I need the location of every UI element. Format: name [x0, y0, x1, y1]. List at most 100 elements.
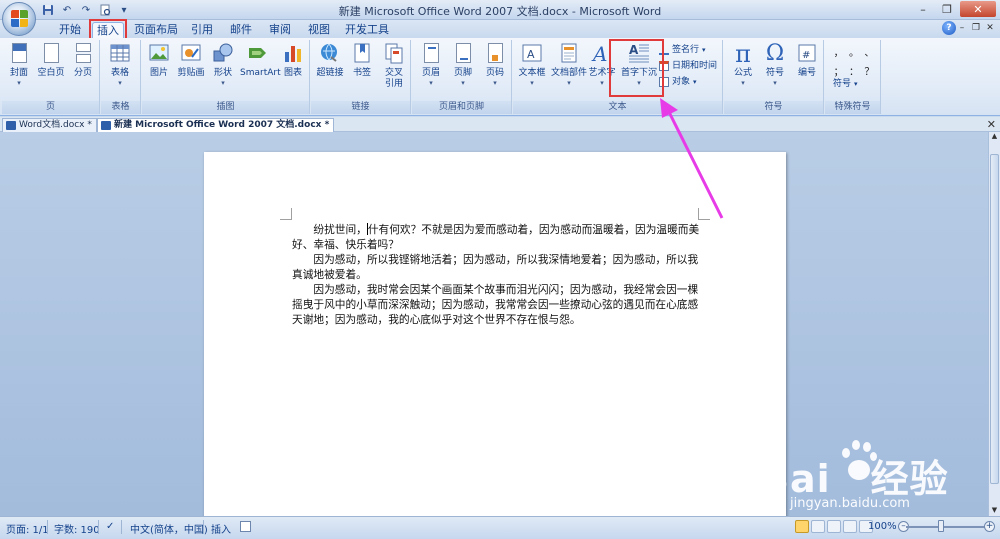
- dropcap-button[interactable]: A 首字下沉 ▾: [617, 42, 661, 87]
- watermark-brand: Bai: [760, 457, 831, 501]
- watermark-url: jingyan.baidu.com: [790, 496, 910, 511]
- textbox-button[interactable]: A 文本框 ▾: [517, 42, 547, 87]
- tab-view[interactable]: 视图: [305, 22, 333, 38]
- outline-view-icon[interactable]: [843, 520, 857, 533]
- scroll-down-icon[interactable]: ▼: [989, 506, 1000, 516]
- group-label-links: 链接: [311, 101, 410, 114]
- group-label-tables: 表格: [101, 101, 140, 114]
- status-language[interactable]: 中文(简体，中国): [130, 521, 208, 536]
- document-body[interactable]: 纷扰世间，什有何欢？不就是因为爱而感动着，因为感动而温暖着，因为温暖而美好、幸福…: [292, 222, 706, 327]
- chart-button[interactable]: 图表: [278, 42, 308, 79]
- bookmark-icon: [351, 42, 373, 66]
- tab-home[interactable]: 开始: [56, 22, 84, 38]
- tab-review[interactable]: 审阅: [266, 22, 294, 38]
- restore-button[interactable]: ❐: [936, 1, 958, 17]
- zoom-level[interactable]: 100%: [868, 521, 897, 532]
- page-number-icon: [484, 42, 506, 66]
- zoom-slider-track[interactable]: [906, 526, 986, 528]
- doc-minimize-icon[interactable]: –: [956, 22, 968, 34]
- group-pages: 封面 ▾ 空白页 分页 页: [2, 40, 100, 114]
- full-screen-view-icon[interactable]: [811, 520, 825, 533]
- group-special-symbols: ， 。 、 ； ： ？ 符号 ▾ 特殊符号: [825, 40, 881, 114]
- minimize-button[interactable]: –: [912, 1, 934, 17]
- document-page[interactable]: 纷扰世间，什有何欢？不就是因为爱而感动着，因为感动而温暖着，因为温暖而美好、幸福…: [204, 152, 786, 516]
- page-number-button[interactable]: 页码 ▾: [480, 42, 510, 87]
- zoom-slider-thumb[interactable]: [938, 520, 944, 532]
- object-icon: [659, 77, 669, 87]
- numbering-button[interactable]: # 编号: [792, 42, 822, 79]
- blank-page-button[interactable]: 空白页: [36, 42, 66, 79]
- footer-button[interactable]: 页脚 ▾: [448, 42, 478, 87]
- header-button[interactable]: 页眉 ▾: [416, 42, 446, 87]
- svg-text:A: A: [629, 43, 639, 57]
- clipart-button[interactable]: 剪贴画: [176, 42, 206, 79]
- svg-text:#: #: [802, 50, 810, 61]
- bookmark-button[interactable]: 书签: [347, 42, 377, 79]
- quick-parts-button[interactable]: 文档部件 ▾: [551, 42, 587, 87]
- blank-page-icon: [40, 42, 62, 66]
- doc-close-icon[interactable]: ✕: [984, 22, 996, 34]
- document-tab-bar: Word文档.docx * 新建 Microsoft Office Word 2…: [0, 117, 1000, 132]
- hyperlink-button[interactable]: 超链接: [315, 42, 345, 79]
- special-char[interactable]: ；: [831, 63, 846, 78]
- svg-text:A: A: [527, 48, 535, 61]
- tab-page-layout[interactable]: 页面布局: [134, 22, 178, 38]
- group-text: A 文本框 ▾ 文档部件 ▾ A 艺术字 ▾ A 首字下沉 ▾ 签名行 ▾ 日期…: [513, 40, 723, 114]
- crop-mark: [280, 208, 292, 220]
- baidu-paw-icon: [838, 438, 878, 484]
- special-char[interactable]: ，: [831, 44, 846, 59]
- paragraph: 因为感动，所以我铿锵地活着；因为感动，所以我深情地爱着；因为感动，所以我真诚地被…: [292, 253, 699, 281]
- status-insert-mode[interactable]: 插入: [211, 521, 231, 536]
- status-word-count[interactable]: 字数: 190: [54, 521, 100, 536]
- help-icon[interactable]: ?: [942, 21, 956, 35]
- special-symbol-button[interactable]: 符号 ▾: [833, 78, 858, 90]
- office-button[interactable]: [2, 2, 36, 36]
- special-char[interactable]: 。: [846, 44, 861, 59]
- doc-tab-new-doc[interactable]: 新建 Microsoft Office Word 2007 文档.docx *: [97, 118, 335, 132]
- doc-restore-icon[interactable]: ❐: [970, 22, 982, 34]
- shapes-button[interactable]: 形状 ▾: [208, 42, 238, 87]
- proofing-icon[interactable]: ✓: [106, 521, 114, 532]
- group-illustrations: 图片 剪贴画 形状 ▾ SmartArt 图表 插图: [142, 40, 310, 114]
- page-break-button[interactable]: 分页: [68, 42, 98, 79]
- macro-record-icon[interactable]: [240, 521, 251, 532]
- window-controls: – ❐ ✕: [912, 1, 996, 17]
- print-layout-view-icon[interactable]: [795, 520, 809, 533]
- web-layout-view-icon[interactable]: [827, 520, 841, 533]
- close-button[interactable]: ✕: [960, 1, 996, 17]
- zoom-in-icon[interactable]: +: [984, 521, 995, 532]
- tab-developer[interactable]: 开发工具: [344, 22, 390, 38]
- hyperlink-icon: [319, 42, 341, 66]
- title-bar: ↶ ↷ ▾ 新建 Microsoft Office Word 2007 文档.d…: [0, 0, 1000, 20]
- smartart-button[interactable]: SmartArt: [240, 42, 281, 79]
- symbol-button[interactable]: Ω 符号 ▾: [760, 42, 790, 88]
- textbox-icon: A: [521, 42, 543, 66]
- scroll-up-icon[interactable]: ▲: [989, 132, 1000, 142]
- special-char[interactable]: ：: [846, 63, 861, 78]
- dropcap-icon: A: [628, 42, 650, 66]
- cover-page-button[interactable]: 封面 ▾: [4, 42, 34, 87]
- special-char[interactable]: 、: [862, 44, 877, 59]
- equation-button[interactable]: π 公式 ▾: [728, 42, 758, 87]
- group-tables: 表格 ▾ 表格: [101, 40, 141, 114]
- table-button[interactable]: 表格 ▾: [105, 42, 135, 87]
- tab-references[interactable]: 引用: [188, 22, 216, 38]
- doc-tab-word-doc[interactable]: Word文档.docx *: [2, 118, 97, 132]
- close-doc-tab-icon[interactable]: ✕: [987, 118, 996, 131]
- tab-mailings[interactable]: 邮件: [227, 22, 255, 38]
- tab-insert[interactable]: 插入: [92, 22, 124, 38]
- object-button[interactable]: 对象 ▾: [659, 76, 697, 88]
- cross-reference-button[interactable]: 交叉 引用: [379, 42, 409, 90]
- group-label-header-footer: 页眉和页脚: [412, 101, 511, 114]
- group-label-symbols: 符号: [724, 101, 823, 114]
- picture-button[interactable]: 图片: [144, 42, 174, 79]
- pi-icon: π: [735, 40, 751, 68]
- group-links: 超链接 书签 交叉 引用 链接: [311, 40, 411, 114]
- wordart-button[interactable]: A 艺术字 ▾: [587, 42, 617, 87]
- special-char[interactable]: ？: [862, 63, 877, 78]
- scrollbar-thumb[interactable]: [990, 154, 999, 484]
- signature-line-button[interactable]: 签名行 ▾: [659, 44, 706, 56]
- special-chars-grid: ， 。 、 ； ： ？: [831, 44, 877, 78]
- status-page[interactable]: 页面: 1/1: [6, 521, 49, 536]
- date-time-button[interactable]: 日期和时间: [659, 60, 717, 72]
